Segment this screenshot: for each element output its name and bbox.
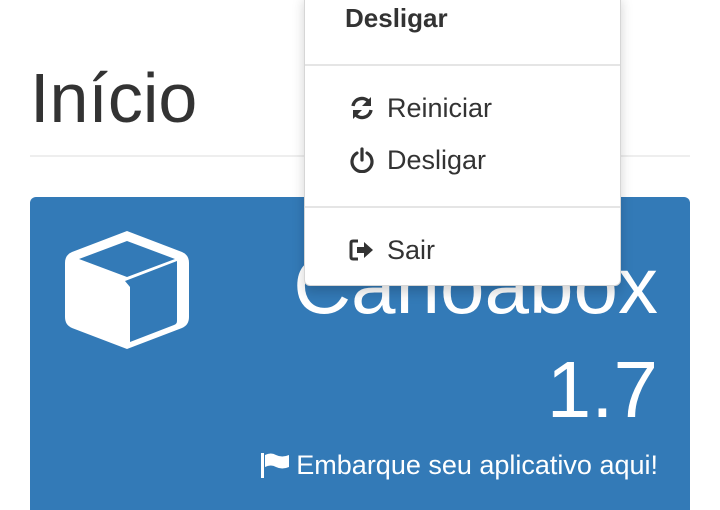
power-dropdown-menu: Desligar Reiniciar Desligar Sair bbox=[304, 0, 621, 286]
menu-item-sair[interactable]: Sair bbox=[305, 226, 620, 274]
menu-item-desligar[interactable]: Desligar bbox=[305, 136, 620, 184]
dropdown-header: Desligar bbox=[345, 3, 448, 33]
dropdown-divider bbox=[305, 206, 620, 208]
page: Início Canoabox 1.7 Embarque seu aplicat… bbox=[0, 0, 720, 510]
app-version: 1.7 bbox=[546, 345, 658, 434]
embark-app-link[interactable]: Embarque seu aplicativo aqui! bbox=[260, 449, 658, 481]
menu-item-label: Desligar bbox=[387, 144, 487, 175]
dropdown-divider bbox=[305, 64, 620, 66]
menu-item-label: Sair bbox=[387, 234, 436, 265]
flag-icon bbox=[261, 453, 290, 478]
menu-item-reiniciar[interactable]: Reiniciar bbox=[305, 84, 620, 132]
power-icon bbox=[350, 147, 374, 173]
embark-link-label: Embarque seu aplicativo aqui! bbox=[296, 450, 658, 480]
refresh-icon bbox=[351, 96, 373, 120]
menu-item-label: Reiniciar bbox=[387, 92, 493, 123]
sign-out-icon bbox=[349, 239, 373, 261]
cube-icon bbox=[65, 231, 189, 349]
page-title: Início bbox=[30, 59, 198, 137]
